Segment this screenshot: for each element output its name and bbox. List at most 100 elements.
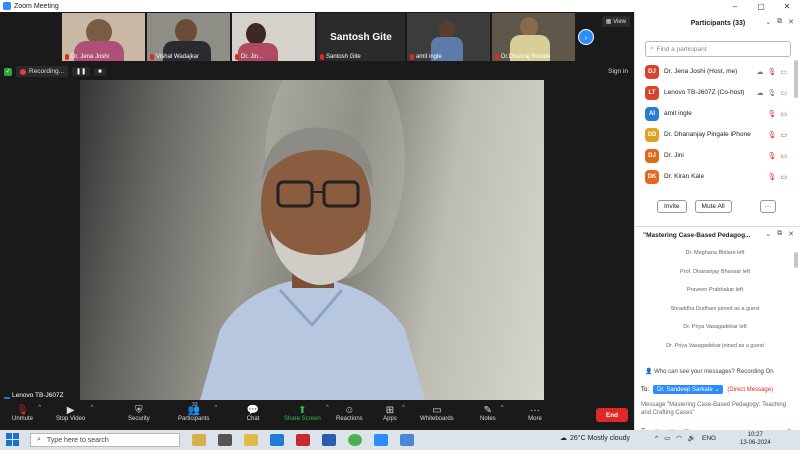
security-button[interactable]: ⛨ Security — [128, 404, 150, 423]
word-icon[interactable] — [322, 434, 336, 446]
stop-video-button[interactable]: ▶ Stop Video ^ — [56, 404, 93, 423]
participants-scrollbar[interactable] — [794, 60, 798, 98]
volume-icon[interactable]: 🔊 — [688, 434, 696, 442]
video-off-icon[interactable]: ▭ — [780, 110, 787, 118]
chat-scrollbar[interactable] — [794, 252, 798, 268]
participants-button[interactable]: 👥 33 Participants ^ — [178, 402, 217, 422]
windows-start-icon[interactable] — [6, 433, 22, 447]
minimize-button[interactable]: – — [722, 0, 748, 12]
muted-mic-icon — [410, 54, 414, 60]
chevron-up-icon[interactable]: ^ — [655, 435, 658, 442]
recording-status[interactable]: Recording... — [16, 66, 69, 77]
app-icon-books[interactable] — [192, 434, 206, 446]
participant-search-input[interactable]: ⌕ Find a participant — [645, 41, 791, 57]
taskbar-clock[interactable]: 10:27 13-06-2024 — [740, 431, 771, 447]
apps-button[interactable]: ⊞ Apps ^ — [383, 404, 405, 423]
video-camera-icon: ▶ — [66, 404, 75, 416]
thumbnail-text[interactable]: Santosh Gite Santosh Gite — [317, 13, 405, 61]
close-window-button[interactable]: ✕ — [774, 0, 800, 12]
sign-in-link[interactable]: Sign in — [608, 68, 628, 75]
thumbnail-video[interactable]: Dr. Jin... — [232, 13, 315, 61]
task-view-icon[interactable] — [218, 434, 232, 446]
more-button[interactable]: ··· More — [528, 404, 542, 423]
weather-widget[interactable]: ☁ 26°C Mostly cloudy — [560, 434, 630, 443]
more-options-button[interactable]: ··· — [759, 200, 777, 213]
close-icon[interactable]: ✕ — [788, 230, 794, 238]
chevron-down-icon[interactable]: ⌄ — [765, 230, 771, 238]
edge-browser-icon[interactable] — [270, 434, 284, 446]
mic-icon[interactable]: 🎙 — [767, 89, 776, 97]
shield-icon[interactable]: ✓ — [4, 67, 12, 76]
notes-button[interactable]: ✎ Notes ^ — [480, 404, 504, 423]
thumbnail-display-name: Santosh Gite — [330, 31, 392, 43]
who-can-see-link[interactable]: 👤 Who can see your messages? Recording O… — [645, 368, 774, 375]
chevron-down-icon[interactable]: ⌄ — [765, 18, 771, 26]
chat-button[interactable]: 💬 Chat — [246, 404, 260, 423]
next-page-button[interactable]: › — [578, 29, 594, 45]
participant-row[interactable]: LT Lenovo TB-J607Z (Co-host) ☁ 🎙 ▭ — [635, 82, 793, 103]
muted-mic-icon[interactable]: 🎙 — [767, 152, 776, 160]
chevron-up-icon: ^ — [325, 405, 329, 411]
chat-message-input[interactable]: Message "Mastering Case-Based Pedagogy: … — [641, 401, 795, 417]
photos-icon[interactable] — [400, 434, 414, 446]
thumbnail-name: Dr. Jena Joshi — [71, 54, 110, 60]
muted-mic-icon[interactable]: 🎙 — [767, 131, 776, 139]
chrome-icon[interactable] — [348, 434, 362, 446]
share-screen-button[interactable]: ⬆ Share Screen ^ — [284, 404, 329, 423]
muted-mic-icon — [235, 54, 239, 60]
video-off-icon[interactable]: ▭ — [780, 131, 787, 139]
file-explorer-icon[interactable] — [244, 434, 258, 446]
participants-label: Participants — [178, 416, 210, 422]
chevron-right-icon: › — [584, 32, 588, 42]
reactions-label: Reactions — [336, 416, 363, 422]
video-camera-icon[interactable]: ▭ — [780, 68, 787, 76]
mute-all-button[interactable]: Mute All — [694, 200, 732, 213]
chevron-up-icon: ^ — [38, 405, 42, 411]
muted-mic-icon — [495, 54, 499, 60]
muted-mic-icon[interactable]: 🎙 — [767, 68, 776, 76]
chevron-up-icon: ^ — [500, 405, 504, 411]
thumbnail-video[interactable]: amit ingle — [407, 13, 490, 61]
participant-row[interactable]: AI amit ingle 🎙 ▭ — [635, 103, 793, 124]
thumbnail-video[interactable]: Dr.Dhanraj Ruvate — [492, 13, 575, 61]
end-meeting-button[interactable]: End — [596, 408, 628, 422]
wifi-icon[interactable]: ◠ — [676, 434, 682, 442]
taskbar-search-input[interactable]: ⌕ Type here to search — [30, 433, 180, 447]
muted-mic-icon[interactable]: 🎙 — [767, 110, 776, 118]
chat-system-message: Dr. Priya Vasagadekar joined as a guest — [666, 342, 764, 349]
recipient-dropdown[interactable]: Dr. Sandeep Sarkate ⌄ — [653, 385, 724, 394]
mcafee-icon[interactable] — [296, 434, 310, 446]
thumbnail-video[interactable]: Vishal Wadajkar — [147, 13, 230, 61]
participant-row[interactable]: DJ Dr. Jena Joshi (Host, me) ☁ 🎙 ▭ — [635, 61, 793, 82]
unmute-button[interactable]: 🎙 Unmute ^ — [12, 404, 41, 423]
pop-out-icon[interactable]: ⧉ — [777, 18, 782, 26]
video-camera-icon[interactable]: ▭ — [780, 89, 787, 97]
participant-row[interactable]: DK Dr. Kiran Kale 🎙 ▭ — [635, 166, 793, 187]
system-tray: ^ ▭ ◠ 🔊 ENG — [655, 434, 716, 443]
video-off-icon[interactable]: ▭ — [780, 173, 787, 181]
invite-button[interactable]: Invite — [657, 200, 687, 213]
zoom-taskbar-icon[interactable] — [374, 434, 388, 446]
view-button[interactable]: ▦ View — [601, 16, 630, 27]
participant-name: Dr. Kiran Kale — [664, 173, 705, 180]
language-indicator[interactable]: ENG — [702, 435, 716, 442]
chat-label: Chat — [246, 416, 260, 422]
thumbnail-video[interactable]: Dr. Jena Joshi — [62, 13, 145, 61]
pause-recording-button[interactable]: ❚❚ — [72, 67, 91, 76]
participant-row[interactable]: DJ Dr. Jini 🎙 ▭ — [635, 145, 793, 166]
reactions-button[interactable]: ☺ Reactions — [336, 404, 363, 423]
maximize-button[interactable]: ▢ — [748, 0, 774, 12]
video-off-icon[interactable]: ▭ — [780, 152, 787, 160]
avatar: DK — [645, 169, 659, 184]
speaker-name: Lenovo TB-J607Z — [12, 392, 64, 399]
close-icon[interactable]: ✕ — [788, 18, 794, 26]
cloud-icon: ☁ — [560, 435, 567, 442]
whiteboards-button[interactable]: ▭ Whiteboards — [420, 404, 454, 423]
pop-out-icon[interactable]: ⧉ — [777, 230, 782, 238]
display-icon[interactable]: ▭ — [664, 434, 670, 442]
muted-mic-icon[interactable]: 🎙 — [767, 173, 776, 181]
thumbnail-name: Vishal Wadajkar — [156, 54, 200, 60]
stop-recording-button[interactable]: ■ — [94, 67, 106, 76]
chevron-up-icon: ^ — [214, 405, 218, 411]
participant-row[interactable]: DD Dr. Dhananjay Pingale iPhone 🎙 ▭ — [635, 124, 793, 145]
